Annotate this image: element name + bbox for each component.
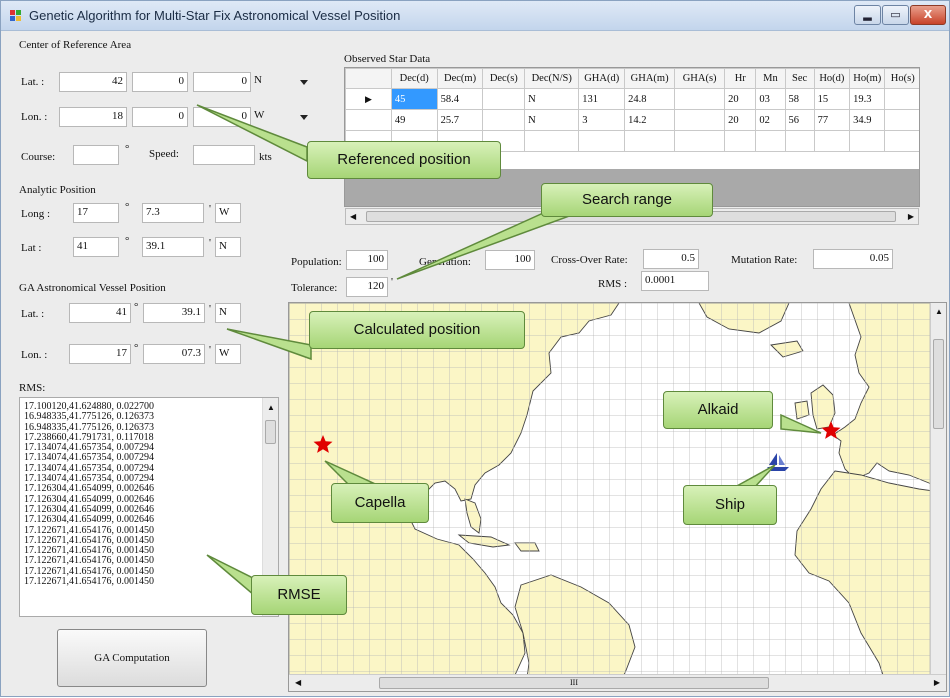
callout-ship: Ship: [683, 485, 777, 525]
callout-rmse: RMSE: [251, 575, 347, 615]
callout-tails: [196, 104, 822, 603]
callout-search-range: Search range: [541, 183, 713, 217]
callout-referenced-position: Referenced position: [307, 141, 501, 179]
main-window: Genetic Algorithm for Multi-Star Fix Ast…: [0, 0, 950, 697]
callout-capella: Capella: [331, 483, 429, 523]
callout-calculated-position: Calculated position: [309, 311, 525, 349]
callout-alkaid: Alkaid: [663, 391, 773, 429]
